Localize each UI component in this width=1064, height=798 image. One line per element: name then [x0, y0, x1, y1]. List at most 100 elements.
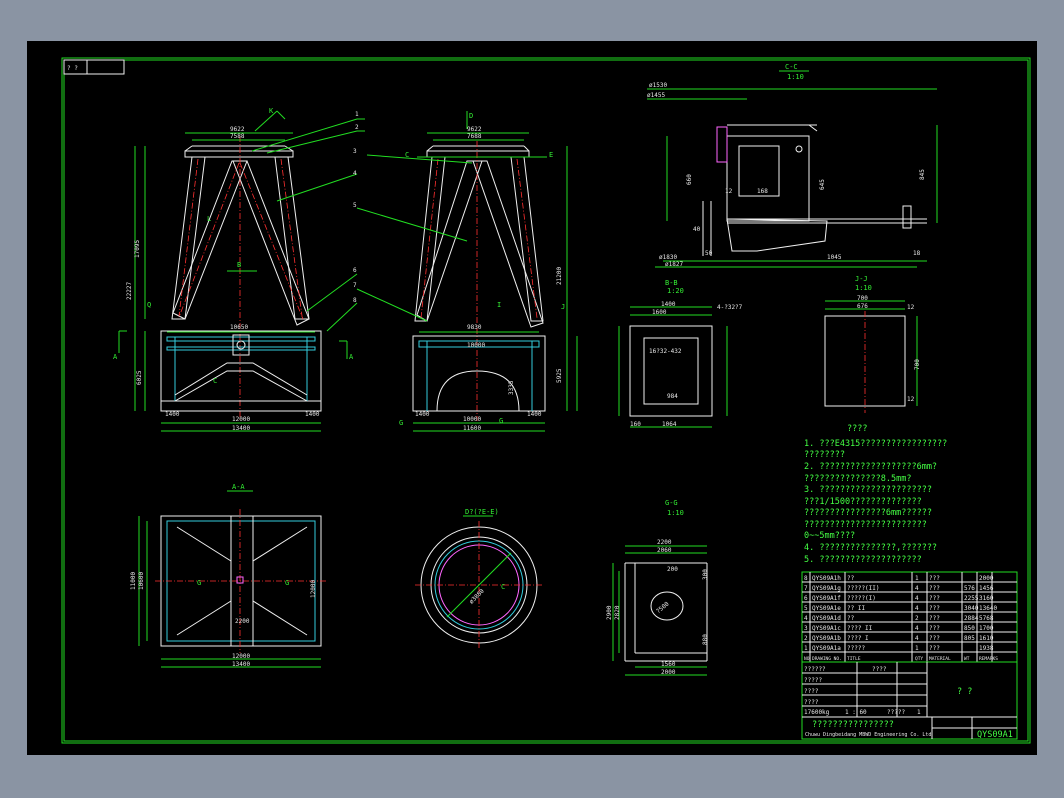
parts-cell-r6-c4: ??? — [929, 635, 940, 642]
jj-scale: 1:10 — [855, 284, 872, 292]
gg-d7: 200 — [667, 566, 678, 573]
front-view: 9622 7588 17095 22227 6025 10650 12000 1… — [113, 107, 354, 432]
cc-d2: ø1455 — [647, 92, 665, 99]
aa-d4: 10600 — [138, 572, 145, 590]
parts-cell-r6-c3: 4 — [915, 635, 919, 642]
bb-d5: 984 — [667, 393, 678, 400]
side-dim-l: 1400 — [415, 411, 430, 418]
parts-cell-r7-c6: 1938 — [979, 645, 994, 652]
dd-d1: ø3880 — [468, 587, 486, 605]
tb-sheet-no: 1 — [917, 709, 921, 716]
parts-header-2: TITLE — [847, 656, 861, 662]
parts-cell-r5-c2: ???? II — [847, 625, 873, 632]
parts-header-0: NO — [804, 656, 810, 662]
front-dim-span: 10650 — [230, 324, 248, 331]
gg-d1: 2200 — [657, 539, 672, 546]
parts-cell-r4-c0: 4 — [804, 615, 808, 622]
cc-d11: 18 — [913, 250, 921, 257]
parts-cell-r1-c1: QYS09A1g — [812, 585, 841, 592]
cc-d1: ø1530 — [649, 82, 667, 89]
jj-d5: 12 — [907, 396, 915, 403]
side-mark-cr: E — [549, 151, 553, 159]
bb-d2: 1600 — [652, 309, 667, 316]
tb-row-3: ???? — [804, 699, 819, 706]
parts-cell-r3-c3: 4 — [915, 605, 919, 612]
parts-cell-r5-c6: 1700 — [979, 625, 994, 632]
note-line-5: ???1/1500?????????????? — [804, 497, 922, 507]
parts-cell-r7-c0: 1 — [804, 645, 808, 652]
front-dim-w2: 13400 — [232, 425, 250, 432]
parts-cell-r3-c6: 13640 — [979, 605, 997, 612]
front-mark-b: B — [237, 261, 241, 269]
parts-cell-r4-c1: QYS09A1d — [812, 615, 841, 622]
title-box: ? ? — [957, 687, 972, 697]
parts-cell-r0-c6: 2000 — [979, 575, 994, 582]
aa-d5: 12000 — [310, 580, 317, 598]
parts-table: 8 QYS09A1h?? 1??? 2000 7 QYS09A1g ?????(II) 4??… — [801, 571, 1018, 663]
cc-d6: 168 — [757, 188, 768, 195]
parts-cell-r3-c5: 3040 — [964, 605, 979, 612]
note-line-1: ???????? — [804, 450, 845, 460]
gg-d6: 2000 — [661, 669, 676, 676]
side-dim-height: 21200 — [556, 267, 563, 285]
parts-cell-r4-c3: 2 — [915, 615, 919, 622]
cc-d7: 645 — [819, 179, 826, 190]
cad-drawing: ? ? 9622 7588 17095 22227 6025 10650 120… — [61, 57, 1031, 744]
parts-cell-r6-c6: 1610 — [979, 635, 994, 642]
parts-cell-r5-c5: 850 — [964, 625, 975, 632]
parts-cell-r5-c1: QYS09A1c — [812, 625, 841, 632]
parts-cell-r2-c4: ??? — [929, 595, 940, 602]
front-dim-w1: 12000 — [232, 416, 250, 423]
cc-d3: ø1827 — [665, 261, 683, 268]
bb-d3: 4-?32?7 — [717, 304, 743, 311]
leader-4: 4 — [353, 170, 357, 177]
side-dim-span: 9830 — [467, 324, 482, 331]
cc-d4: ø1830 — [659, 254, 677, 261]
parts-cell-r0-c0: 8 — [804, 575, 808, 582]
parts-cell-r0-c1: QYS09A1h — [812, 575, 841, 582]
parts-cell-r7-c4: ??? — [929, 645, 940, 652]
parts-cell-r2-c5: 2255 — [964, 595, 979, 602]
company-title: ???????????????? — [812, 720, 894, 730]
parts-cell-r1-c0: 7 — [804, 585, 808, 592]
parts-cell-r4-c4: ??? — [929, 615, 940, 622]
cc-d9: 660 — [686, 174, 693, 185]
jj-d4: 700 — [914, 359, 921, 370]
parts-header-6: REMARKS — [979, 656, 998, 662]
cc-scale: 1:10 — [787, 73, 804, 81]
front-dim-top1: 9622 — [230, 126, 245, 133]
view-aa: A-A 12000 13400 11000 10600 12000 2200 G… — [130, 483, 327, 668]
note-line-3: ???????????????8.5mm? — [804, 474, 911, 484]
parts-cell-r6-c1: QYS09A1b — [812, 635, 841, 642]
parts-cell-r4-c5: 2884 — [964, 615, 979, 622]
parts-cell-r1-c2: ?????(II) — [847, 585, 880, 592]
parts-cell-r0-c3: 1 — [915, 575, 919, 582]
drawing-sheet: ? ? 9622 7588 17095 22227 6025 10650 120… — [27, 41, 1037, 755]
leader-6: 6 — [353, 267, 357, 274]
cc-d10: 12 — [725, 188, 733, 195]
parts-cell-r6-c2: ???? I — [847, 635, 869, 642]
parts-cell-r1-c3: 4 — [915, 585, 919, 592]
dd-mark-c: C — [501, 583, 505, 591]
leader-7: 7 — [353, 282, 357, 289]
cc-title: C-C — [785, 63, 798, 71]
side-mark-i: I — [497, 301, 501, 309]
gg-d9: 300 — [702, 569, 709, 580]
side-dim-mid: 10000 — [467, 342, 485, 349]
aa-d3: 11000 — [130, 572, 137, 590]
tb-weight: 17600kg — [804, 709, 830, 716]
technical-notes: ???? 1. ???E4315????????????????? ??????… — [804, 424, 947, 565]
gg-d2: 2060 — [657, 547, 672, 554]
parts-cell-r3-c0: 5 — [804, 605, 808, 612]
jj-d1: 700 — [857, 295, 868, 302]
parts-cell-r7-c2: ????? — [847, 645, 865, 652]
parts-header-5: WT — [964, 656, 970, 662]
parts-cell-r2-c6: 3160 — [979, 595, 994, 602]
title-block: ?????? ????? ???? ???? ???? 17600kg 1 : … — [801, 661, 1018, 740]
side-dim-w1: 10000 — [463, 416, 481, 423]
parts-cell-r1-c4: ??? — [929, 585, 940, 592]
gg-d5: 1560 — [661, 661, 676, 668]
aa-mark-g2: G — [285, 579, 289, 587]
side-mark-d: D — [469, 112, 473, 120]
front-dim-r: 1400 — [305, 411, 320, 418]
